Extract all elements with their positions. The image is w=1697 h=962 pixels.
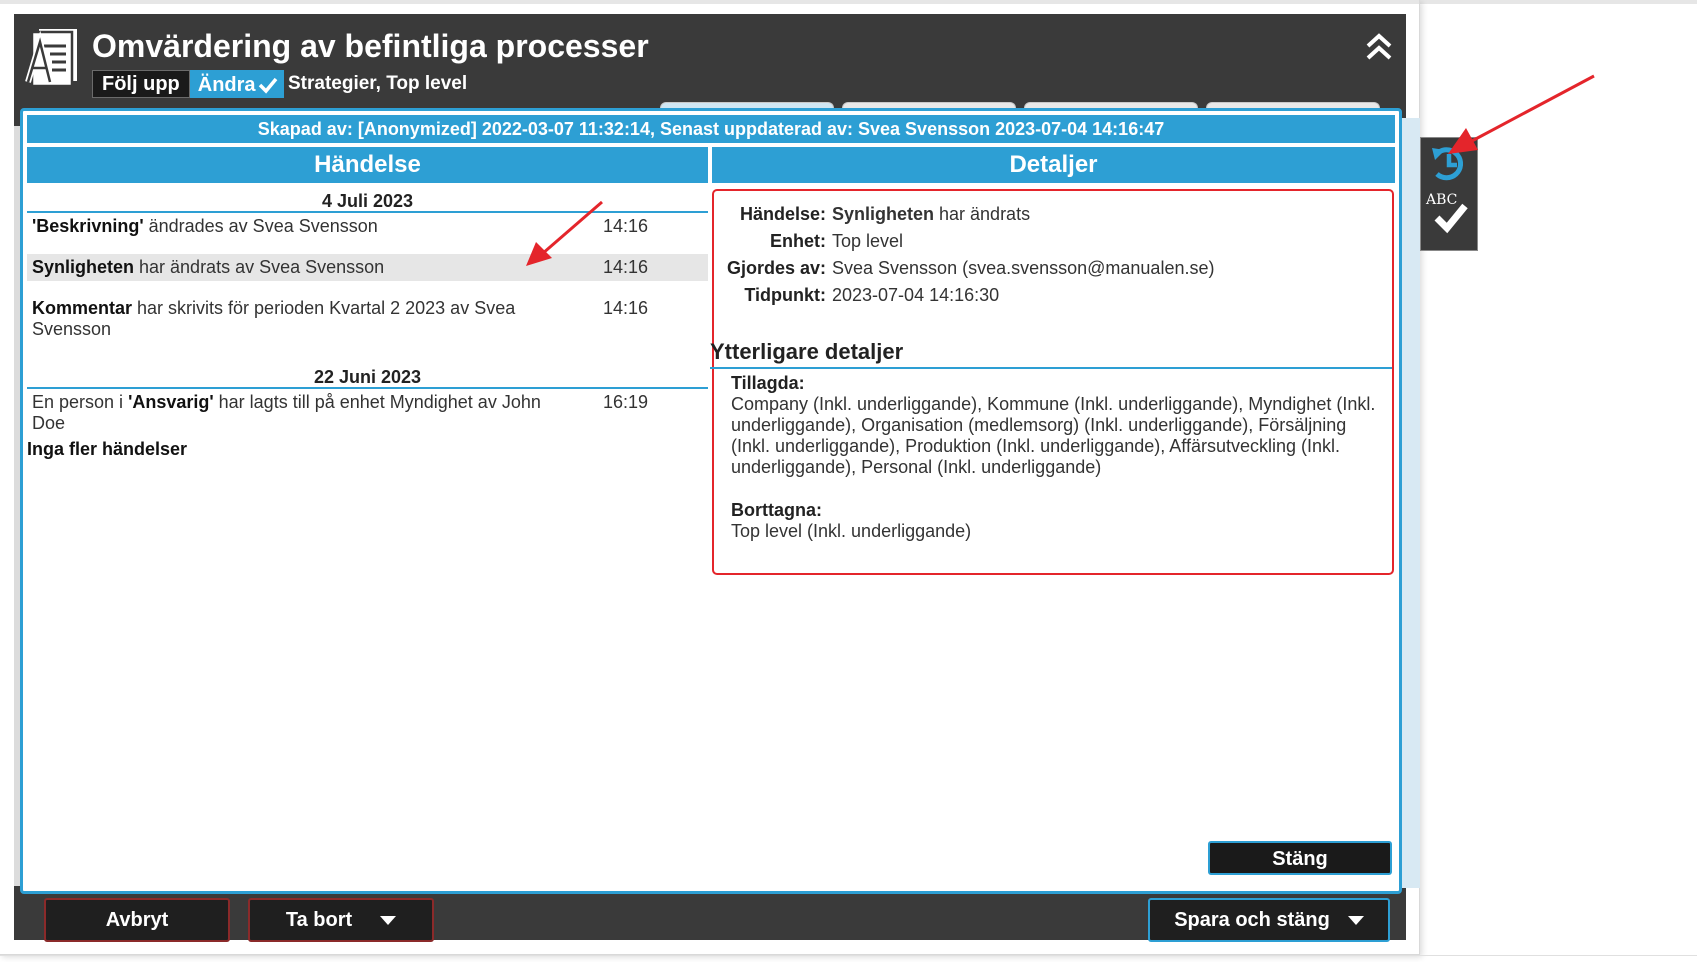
save-and-close-button[interactable]: Spara och stäng [1148, 898, 1390, 942]
added-label: Tillagda: [731, 373, 805, 393]
event-time: 14:16 [603, 298, 649, 318]
event-subject: 'Beskrivning' [32, 216, 144, 236]
created-info-bar: Skapad av: [Anonymized] 2022-03-07 11:32… [27, 115, 1395, 143]
removed-value: Top level (Inkl. underliggande) [731, 521, 972, 541]
cancel-button-label: Avbryt [105, 908, 169, 931]
detail-label: Tidpunkt: [744, 285, 826, 305]
page-title: Omvärdering av befintliga processer [92, 28, 649, 64]
events-column-header: Händelse [27, 147, 708, 183]
details-fields: Händelse: Synligheten har ändrats Enhet:… [714, 201, 1394, 309]
date-header: 4 Juli 2023 [27, 187, 708, 213]
detail-value: Synligheten har ändrats [832, 201, 1394, 228]
event-subject: Synligheten [32, 257, 135, 277]
detail-value-rest: har ändrats [934, 204, 1031, 224]
detail-label: Enhet: [770, 231, 826, 251]
detail-row-event: Händelse: Synligheten har ändrats [714, 201, 1394, 228]
detail-value: Top level [832, 231, 904, 251]
bottom-divider [0, 955, 1697, 956]
mode-tabs: Följ upp Ändra [92, 70, 284, 98]
event-time: 14:16 [603, 216, 649, 236]
history-dialog: Skapad av: [Anonymized] 2022-03-07 11:32… [20, 108, 1402, 894]
details-panel: Händelse: Synligheten har ändrats Enhet:… [710, 189, 1394, 575]
more-details-title: Ytterligare detaljer [710, 339, 1392, 369]
collapse-up-icon[interactable] [1362, 30, 1396, 64]
event-subject: 'Ansvarig' [128, 392, 214, 412]
event-text: ändrades av Svea Svensson [143, 216, 378, 236]
tab-change-label: Ändra [197, 73, 256, 96]
event-item[interactable]: Kommentar har skrivits för perioden Kvar… [27, 295, 708, 363]
no-more-events: Inga fler händelser [27, 439, 188, 459]
cancel-button[interactable]: Avbryt [44, 898, 230, 942]
tab-change[interactable]: Ändra [189, 70, 284, 98]
event-item-selected[interactable]: Synligheten har ändrats av Svea Svensson… [27, 254, 708, 281]
event-time: 16:19 [603, 392, 649, 412]
event-item[interactable]: En person i 'Ansvarig' har lagts till på… [27, 389, 708, 439]
abc-label: ABC [1426, 192, 1458, 208]
details-column-header: Detaljer [712, 147, 1395, 183]
date-header: 22 Juni 2023 [27, 363, 708, 389]
event-time: 14:16 [603, 257, 649, 277]
more-details-body: Tillagda: Company (Inkl. underliggande),… [731, 373, 1381, 542]
close-button[interactable]: Stäng [1208, 841, 1392, 875]
removed-label: Borttagna: [731, 500, 822, 520]
detail-row-unit: Enhet: Top level [714, 228, 1394, 255]
detail-label: Gjordes av: [726, 258, 826, 278]
detail-row-time: Tidpunkt: 2023-07-04 14:16:30 [714, 282, 1394, 309]
detail-value: Svea Svensson (svea.svensson@manualen.se… [832, 258, 1215, 278]
screenshot-page: Omvärdering av befintliga processer Följ… [0, 0, 1697, 962]
history-window: Omvärdering av befintliga processer Följ… [14, 14, 1420, 942]
detail-label: Händelse: [739, 204, 826, 224]
dialog-shadow [1402, 118, 1420, 888]
event-text-prefix: En person i [32, 392, 129, 412]
checkmark-icon [258, 77, 277, 94]
events-list: 4 Juli 2023 'Beskrivning' ändrades av Sv… [27, 187, 708, 460]
detail-row-by: Gjordes av: Svea Svensson (svea.svensson… [714, 255, 1394, 282]
save-button-label: Spara och stäng [1174, 908, 1330, 931]
delete-button[interactable]: Ta bort [248, 898, 434, 942]
event-subject: Kommentar [32, 298, 133, 318]
breadcrumb: Strategier, Top level [288, 73, 468, 94]
dropdown-caret-icon [380, 915, 397, 925]
added-value: Company (Inkl. underliggande), Kommune (… [731, 394, 1376, 477]
tab-follow-up[interactable]: Följ upp [92, 70, 190, 98]
dropdown-caret-icon [1347, 915, 1364, 925]
detail-value: 2023-07-04 14:16:30 [832, 285, 1000, 305]
event-text: har ändrats av Svea Svensson [134, 257, 385, 277]
history-spellcheck-tool[interactable]: ABC [1420, 137, 1478, 251]
detail-value-bold: Synligheten [832, 204, 935, 224]
event-item[interactable]: 'Beskrivning' ändrades av Svea Svensson … [27, 213, 708, 254]
delete-button-label: Ta bort [285, 908, 353, 931]
document-edit-icon [25, 27, 79, 88]
